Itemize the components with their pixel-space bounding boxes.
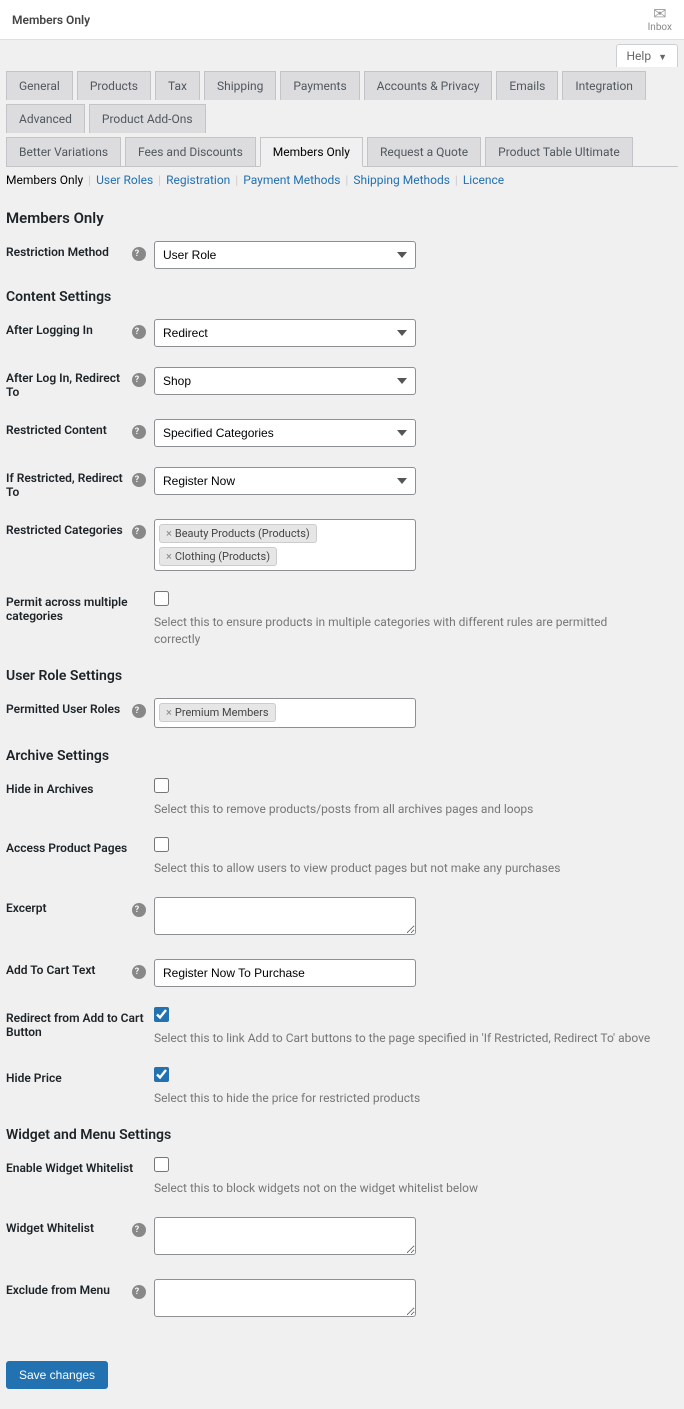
tab-accounts[interactable]: Accounts & Privacy [364, 71, 493, 100]
tab-members-only[interactable]: Members Only [260, 137, 363, 167]
tab-product-addons[interactable]: Product Add-Ons [89, 104, 206, 133]
redirect-cart-checkbox[interactable] [154, 1007, 169, 1022]
heading-members-only: Members Only [6, 209, 678, 227]
category-tag: ×Clothing (Products) [159, 547, 277, 566]
chevron-down-icon: ▼ [658, 53, 667, 63]
nav-tabs-row1: General Products Tax Shipping Payments A… [6, 67, 678, 133]
tab-integration[interactable]: Integration [562, 71, 646, 100]
restricted-content-select[interactable]: Specified Categories [154, 419, 416, 447]
access-product-checkbox[interactable] [154, 837, 169, 852]
help-icon[interactable]: ? [132, 1223, 146, 1237]
help-icon[interactable]: ? [132, 473, 146, 487]
subnav-payment-methods[interactable]: Payment Methods [243, 173, 340, 187]
hide-price-desc: Select this to hide the price for restri… [154, 1090, 654, 1107]
hide-archives-desc: Select this to remove products/posts fro… [154, 801, 654, 818]
widget-whitelist-textarea[interactable] [154, 1217, 416, 1255]
nav-tabs-row2: Better Variations Fees and Discounts Mem… [6, 133, 678, 167]
excerpt-textarea[interactable] [154, 897, 416, 935]
subnav-licence[interactable]: Licence [463, 173, 504, 187]
help-icon[interactable]: ? [132, 1285, 146, 1299]
remove-tag-icon[interactable]: × [166, 706, 172, 719]
help-icon[interactable]: ? [132, 373, 146, 387]
tab-fees-discounts[interactable]: Fees and Discounts [125, 137, 256, 166]
restriction-method-select[interactable]: User Role [154, 241, 416, 269]
permitted-roles-input[interactable]: ×Premium Members [154, 698, 416, 728]
role-tag: ×Premium Members [159, 703, 276, 722]
help-icon[interactable]: ? [132, 425, 146, 439]
tab-request-quote[interactable]: Request a Quote [367, 137, 481, 166]
tab-advanced[interactable]: Advanced [6, 104, 85, 133]
tab-general[interactable]: General [6, 71, 73, 100]
help-icon[interactable]: ? [132, 325, 146, 339]
hide-archives-checkbox[interactable] [154, 778, 169, 793]
remove-tag-icon[interactable]: × [166, 527, 172, 540]
exclude-menu-textarea[interactable] [154, 1279, 416, 1317]
after-login-redirect-select[interactable]: Shop [154, 367, 416, 395]
subnav-shipping-methods[interactable]: Shipping Methods [353, 173, 450, 187]
permit-multi-desc: Select this to ensure products in multip… [154, 614, 654, 648]
restricted-categories-input[interactable]: ×Beauty Products (Products) ×Clothing (P… [154, 519, 416, 571]
heading-content-settings: Content Settings [6, 289, 678, 305]
heading-archive-settings: Archive Settings [6, 748, 678, 764]
sub-nav: Members Only | User Roles | Registration… [0, 167, 684, 193]
if-restricted-select[interactable]: Register Now [154, 467, 416, 495]
help-icon[interactable]: ? [132, 903, 146, 917]
enable-widget-checkbox[interactable] [154, 1157, 169, 1172]
permit-multi-checkbox[interactable] [154, 591, 169, 606]
help-icon[interactable]: ? [132, 965, 146, 979]
category-tag: ×Beauty Products (Products) [159, 524, 317, 543]
subnav-current: Members Only [6, 173, 83, 187]
hide-price-checkbox[interactable] [154, 1067, 169, 1082]
heading-widget-settings: Widget and Menu Settings [6, 1127, 678, 1143]
heading-user-role-settings: User Role Settings [6, 668, 678, 684]
subnav-user-roles[interactable]: User Roles [96, 173, 153, 187]
save-button[interactable]: Save changes [6, 1361, 108, 1389]
tab-tax[interactable]: Tax [155, 71, 200, 100]
enable-widget-desc: Select this to block widgets not on the … [154, 1180, 654, 1197]
help-icon[interactable]: ? [132, 704, 146, 718]
access-product-desc: Select this to allow users to view produ… [154, 860, 654, 877]
tab-products[interactable]: Products [77, 71, 151, 100]
add-to-cart-text-input[interactable] [154, 959, 416, 987]
help-icon[interactable]: ? [132, 525, 146, 539]
tab-better-variations[interactable]: Better Variations [6, 137, 121, 166]
help-tab[interactable]: Help ▼ [616, 44, 679, 67]
remove-tag-icon[interactable]: × [166, 550, 172, 563]
after-login-select[interactable]: Redirect [154, 319, 416, 347]
page-title: Members Only [12, 13, 90, 27]
redirect-cart-desc: Select this to link Add to Cart buttons … [154, 1030, 654, 1047]
tab-shipping[interactable]: Shipping [204, 71, 276, 100]
tab-product-table[interactable]: Product Table Ultimate [485, 137, 633, 166]
top-bar: Members Only ✉ Inbox [0, 0, 684, 40]
help-icon[interactable]: ? [132, 247, 146, 261]
inbox-button[interactable]: ✉ Inbox [648, 6, 672, 33]
tab-emails[interactable]: Emails [496, 71, 558, 100]
tab-payments[interactable]: Payments [280, 71, 359, 100]
subnav-registration[interactable]: Registration [166, 173, 230, 187]
inbox-icon: ✉ [648, 6, 672, 22]
